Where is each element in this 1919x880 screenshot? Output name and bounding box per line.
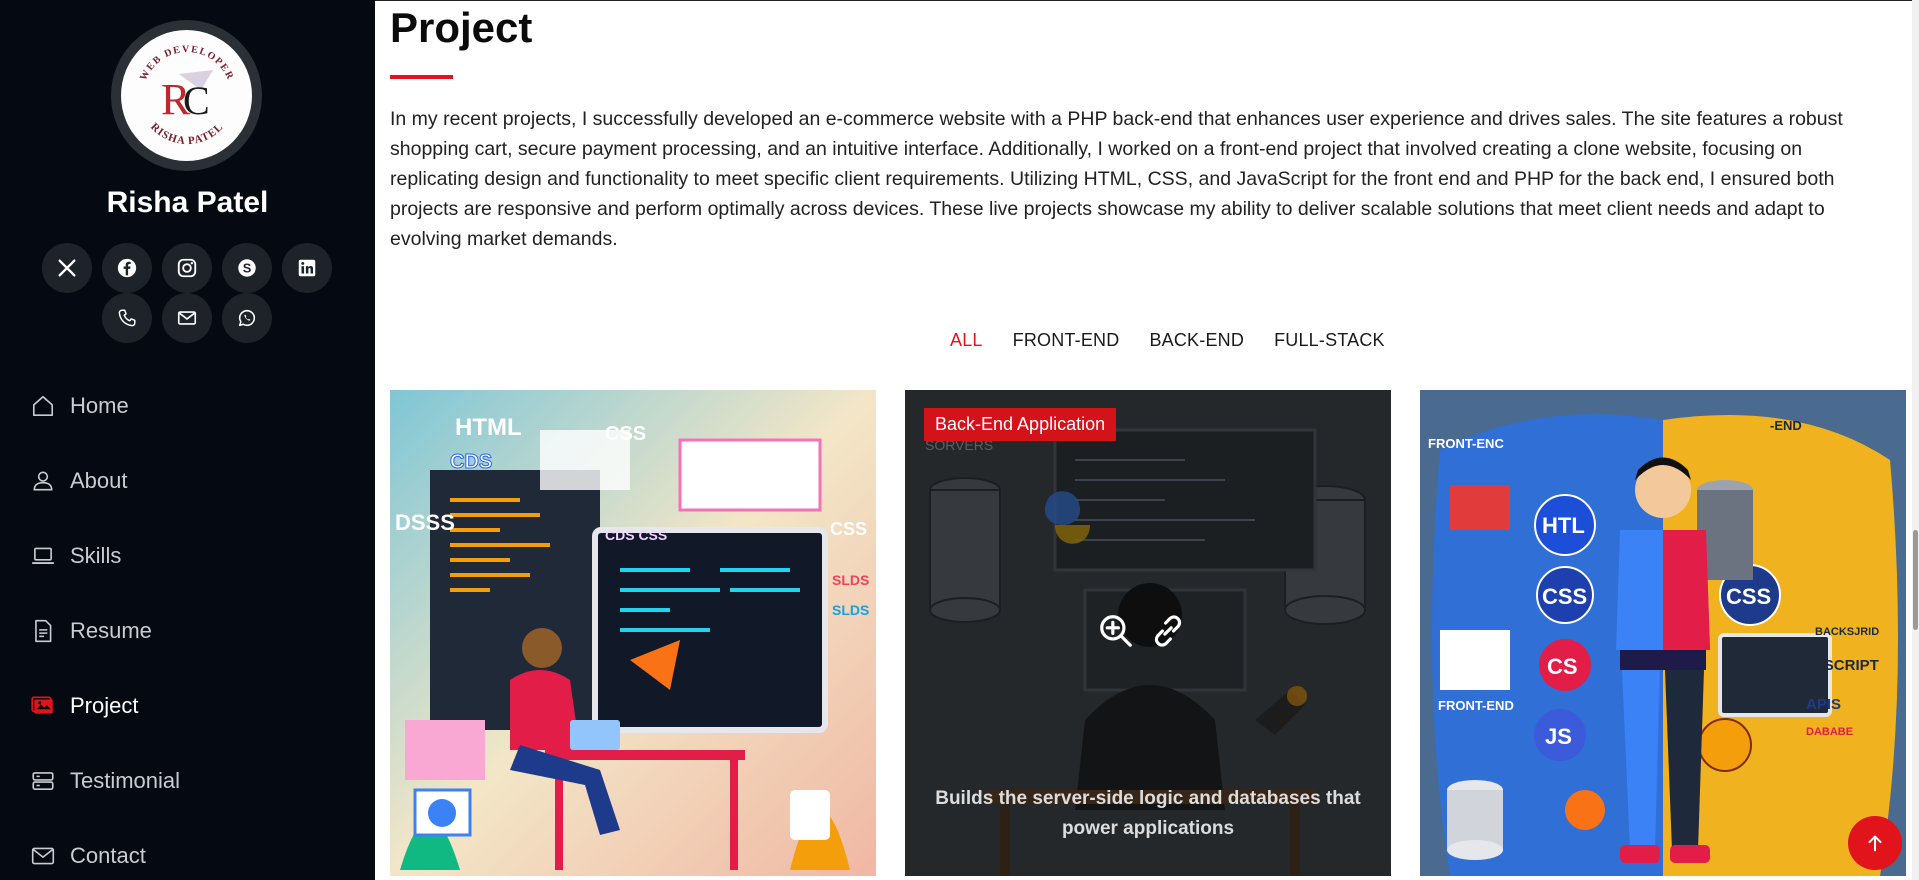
svg-text:CDS: CDS [450,451,492,473]
svg-text:HTML: HTML [455,414,522,441]
svg-text:SLDS: SLDS [832,602,869,618]
skype-icon: S [238,259,256,277]
portfolio-filters: ALL FRONT-END BACK-END FULL-STACK [950,330,1415,351]
x-twitter-button[interactable] [42,243,92,293]
nav-label: Contact [70,843,146,868]
skype-button[interactable]: S [222,243,272,293]
email-button[interactable] [162,293,212,343]
project-card-full-stack[interactable]: FRONT-ENC -END HTL CSS CS JS CSS FRONT-E… [1420,390,1906,876]
nav-testimonial[interactable]: Testimonial [30,761,330,801]
nav-home[interactable]: Home [30,386,330,426]
server-icon [30,768,56,794]
section-intro: In my recent projects, I successfully de… [390,108,1843,250]
nav-resume[interactable]: Resume [30,611,330,651]
zoom-in-icon[interactable] [1097,612,1135,650]
svg-text:FRONT-ENC: FRONT-ENC [1428,436,1504,451]
front-end-illustration: HTML CDS CSS DSSS CDS CSS CSS SLDS SLDS [390,390,876,876]
svg-text:BACKSJRID: BACKSJRID [1815,626,1879,638]
svg-text:CDS CSS: CDS CSS [605,527,667,543]
svg-text:CS: CS [1547,654,1578,679]
person-icon [30,468,56,494]
svg-text:-END: -END [1770,418,1802,433]
top-border [375,0,1919,1]
avatar[interactable]: WEB DEVELOPER RISHA PATEL R C [111,20,262,171]
project-card-back-end[interactable]: DB SORVERS Back-End Application Builds t… [905,390,1391,876]
facebook-icon [117,258,137,278]
svg-text:RISHA PATEL: RISHA PATEL [148,121,226,147]
svg-text:APIS: APIS [1806,696,1841,713]
avatar-logo: WEB DEVELOPER RISHA PATEL R C [121,30,252,161]
instagram-button[interactable] [162,243,212,293]
svg-text:S: S [243,261,252,276]
filter-back-end[interactable]: BACK-END [1149,330,1244,351]
facebook-button[interactable] [102,243,152,293]
svg-text:CSS: CSS [1542,584,1587,609]
laptop-icon [30,543,56,569]
nav-skills[interactable]: Skills [30,536,330,576]
nav-project[interactable]: Project [30,686,330,726]
filter-full-stack[interactable]: FULL-STACK [1274,330,1385,351]
x-twitter-icon [58,259,76,277]
card-actions [1097,612,1187,650]
instagram-icon [177,258,197,278]
whatsapp-icon [238,309,256,327]
svg-text:C: C [183,78,210,123]
sidebar: WEB DEVELOPER RISHA PATEL R C Risha Pate… [0,0,375,880]
title-underline [390,75,453,79]
svg-text:SLDS: SLDS [832,572,869,588]
whatsapp-button[interactable] [222,293,272,343]
category-badge: Back-End Application [924,408,1117,441]
page-scrollbar[interactable] [1912,0,1919,880]
nav-label: About [70,468,128,493]
section-title: Project [390,4,533,51]
svg-text:JS: JS [1545,724,1572,749]
svg-text:DABABE: DABABE [1806,726,1853,738]
link-icon[interactable] [1149,612,1187,650]
nav-label: Skills [70,543,122,568]
scrollbar-thumb[interactable] [1913,530,1918,630]
envelope-icon [177,311,197,325]
full-stack-illustration: FRONT-ENC -END HTL CSS CS JS CSS FRONT-E… [1420,390,1906,876]
svg-text:DSSS: DSSS [395,510,455,535]
nav-label: Resume [70,618,152,643]
svg-text:HTL: HTL [1542,513,1585,538]
back-to-top-button[interactable] [1848,816,1902,870]
linkedin-icon [298,259,316,277]
linkedin-button[interactable] [282,243,332,293]
file-text-icon [30,618,56,644]
profile-name: Risha Patel [106,186,269,219]
phone-icon [118,309,136,327]
svg-text:CSS: CSS [1726,584,1771,609]
svg-text:CSS: CSS [605,423,646,445]
card-caption: Builds the server-side logic and databas… [935,788,1361,839]
house-icon [30,393,56,419]
svg-text:FRONT-END: FRONT-END [1438,698,1514,713]
rp-logo-icon: WEB DEVELOPER RISHA PATEL R C [138,44,234,147]
svg-text:CSS: CSS [830,519,867,539]
images-icon [30,693,56,719]
svg-text:JAVASCRIPT: JAVASCRIPT [1786,657,1879,674]
nav-label: Home [70,393,129,418]
filter-front-end[interactable]: FRONT-END [1013,330,1120,351]
envelope-icon [30,843,56,869]
phone-button[interactable] [102,293,152,343]
filter-all[interactable]: ALL [950,330,983,351]
arrow-up-icon [1868,835,1882,852]
nav-label: Project [70,693,139,718]
nav-about[interactable]: About [30,461,330,501]
project-card-front-end[interactable]: HTML CDS CSS DSSS CDS CSS CSS SLDS SLDS [390,390,876,876]
nav-contact[interactable]: Contact [30,836,330,876]
nav-label: Testimonial [70,768,181,793]
